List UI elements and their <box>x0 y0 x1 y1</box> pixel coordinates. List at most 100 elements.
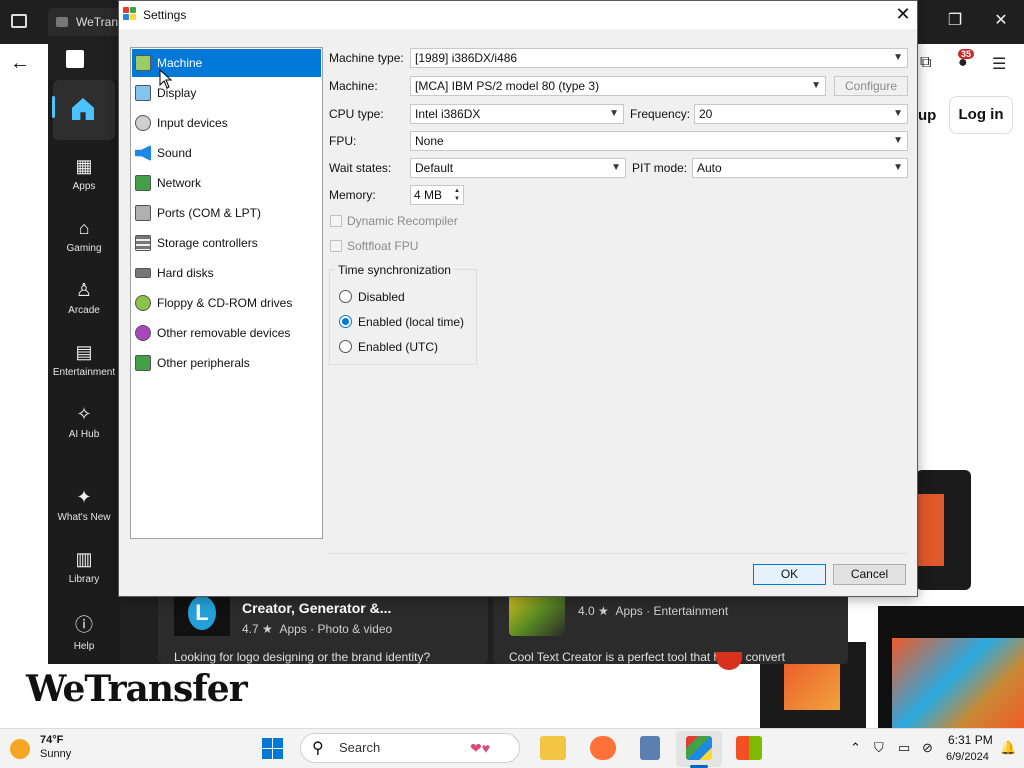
restore-window-icon[interactable]: ❐ <box>940 10 970 30</box>
sidebar-item-arcade[interactable]: ♙ Arcade <box>48 280 120 316</box>
speaker-icon <box>135 145 151 161</box>
ok-button[interactable]: OK <box>753 564 826 585</box>
fpu-select[interactable]: None ▼ <box>410 131 908 151</box>
fpu-label: FPU: <box>329 134 357 148</box>
back-arrow-icon[interactable]: ← <box>10 52 30 75</box>
search-label: Search <box>339 740 381 755</box>
86box-icon <box>123 7 137 21</box>
memory-label: Memory: <box>329 188 376 202</box>
category-floppy-cdrom[interactable]: Floppy & CD-ROM drives <box>132 289 321 317</box>
86box-taskbar-icon[interactable] <box>686 736 712 760</box>
hard-disk-icon <box>135 268 151 278</box>
signup-button[interactable]: up <box>918 98 948 134</box>
promo-image <box>892 638 1024 728</box>
chevron-down-icon: ▼ <box>893 108 903 119</box>
display-icon <box>135 85 151 101</box>
sidebar-item-library[interactable]: ▥ Library <box>48 549 120 585</box>
cpu-type-select[interactable]: Intel i386DX ▼ <box>410 104 624 124</box>
chevron-down-icon: ▼ <box>893 162 903 173</box>
close-window-icon[interactable]: ✕ <box>986 10 1016 30</box>
library-icon: ▥ <box>75 549 93 569</box>
softfloat-fpu-checkbox[interactable] <box>330 240 342 252</box>
footer-divider <box>329 553 907 554</box>
machine-type-select[interactable]: [1989] i386DX/i486 ▼ <box>410 48 908 68</box>
sun-icon[interactable] <box>10 739 30 759</box>
dialog-title: Settings <box>143 8 187 22</box>
dynamic-recompiler-label: Dynamic Recompiler <box>347 214 458 228</box>
browser-tab-title: WeTran <box>76 15 119 29</box>
wetransfer-logo: WeTransfer <box>26 668 248 710</box>
sidebar-item-gaming[interactable]: ⌂ Gaming <box>48 218 120 254</box>
configure-button[interactable]: Configure <box>834 76 908 96</box>
dynamic-recompiler-checkbox[interactable] <box>330 215 342 227</box>
softfloat-fpu-label: Softfloat FPU <box>347 239 419 253</box>
machine-type-label: Machine type: <box>329 51 404 65</box>
chevron-up-icon[interactable]: ⌃ <box>850 740 861 756</box>
category-storage-controllers[interactable]: Storage controllers <box>132 229 321 257</box>
weather-condition[interactable]: Sunny <box>40 748 71 760</box>
spin-arrows-icon[interactable]: ▲ ▼ <box>452 187 462 203</box>
chevron-down-icon: ▼ <box>611 162 621 173</box>
microsoft-store-icon[interactable] <box>736 736 762 760</box>
storage-icon <box>135 235 151 251</box>
tab-actions-icon[interactable] <box>11 14 27 28</box>
time-sync-utc-radio[interactable] <box>339 340 352 353</box>
login-button[interactable]: Log in <box>949 96 1013 134</box>
category-ports[interactable]: Ports (COM & LPT) <box>132 199 321 227</box>
time-sync-disabled-radio[interactable] <box>339 290 352 303</box>
tab-favicon-icon <box>56 17 68 27</box>
sidebar-item-help[interactable]: ⓘ Help <box>48 611 120 652</box>
category-other-peripherals[interactable]: Other peripherals <box>132 349 321 377</box>
time-sync-local-label: Enabled (local time) <box>358 315 465 329</box>
category-sound[interactable]: Sound <box>132 139 321 167</box>
clock-date[interactable]: 6/9/2024 <box>946 751 989 763</box>
removable-icon <box>135 325 151 341</box>
clock-time[interactable]: 6:31 PM <box>948 733 993 747</box>
app-card-title: Creator, Generator &... <box>242 600 392 616</box>
wait-states-select[interactable]: Default ▼ <box>410 158 626 178</box>
app-card-description: Looking for logo designing or the brand … <box>174 650 431 664</box>
time-sync-local-radio[interactable] <box>339 315 352 328</box>
dialog-titlebar[interactable]: Settings ✕ <box>119 1 917 29</box>
file-explorer-icon[interactable] <box>540 736 566 760</box>
network-off-icon[interactable]: ⊘ <box>922 740 933 756</box>
close-icon[interactable]: ✕ <box>891 3 915 27</box>
notification-bell-icon[interactable]: 🔔 <box>1000 740 1016 756</box>
help-icon: ⓘ <box>75 615 93 635</box>
category-list[interactable]: Machine Display Input devices Sound Netw… <box>130 47 323 539</box>
extensions-icon[interactable]: ⧉ <box>920 54 931 72</box>
windows-start-icon[interactable] <box>262 738 283 759</box>
frequency-label: Frequency: <box>630 107 691 121</box>
network-icon <box>135 175 151 191</box>
memory-spinbox[interactable]: 4 MB ▲ ▼ <box>410 185 464 205</box>
weather-temperature[interactable]: 74°F <box>40 734 63 746</box>
display-icon[interactable]: ▭ <box>898 740 910 756</box>
gamepad-icon: ⌂ <box>78 218 90 238</box>
floppy-icon <box>135 295 151 311</box>
menu-icon[interactable]: ☰ <box>992 54 1006 74</box>
pit-mode-select[interactable]: Auto ▼ <box>692 158 908 178</box>
category-input-devices[interactable]: Input devices <box>132 109 321 137</box>
sidebar-item-apps[interactable]: ▦ Apps <box>48 156 120 192</box>
app-card-description: Cool Text Creator is a perfect tool that… <box>509 650 785 664</box>
machine-select[interactable]: [MCA] IBM PS/2 model 80 (type 3) ▼ <box>410 76 826 96</box>
security-icon[interactable]: ⛉ <box>874 740 884 756</box>
cancel-button[interactable]: Cancel <box>833 564 906 585</box>
time-sync-utc-label: Enabled (UTC) <box>358 340 439 354</box>
joystick-icon: ♙ <box>75 280 93 300</box>
chevron-down-icon: ▼ <box>609 108 619 119</box>
mouse-cursor-icon <box>159 69 173 89</box>
sidebar-item-entertainment[interactable]: ▤ Entertainment <box>48 342 120 378</box>
firefox-icon[interactable] <box>590 736 616 760</box>
notepad-icon[interactable] <box>640 736 660 760</box>
promo-image <box>916 494 944 566</box>
category-network[interactable]: Network <box>132 169 321 197</box>
sidebar-item-whats-new[interactable]: ✦ What's New <box>48 487 120 523</box>
ports-icon <box>135 205 151 221</box>
sidebar-item-ai-hub[interactable]: ✧ AI Hub <box>48 404 120 440</box>
chevron-down-icon: ▼ <box>811 80 821 91</box>
frequency-select[interactable]: 20 ▼ <box>694 104 908 124</box>
category-hard-disks[interactable]: Hard disks <box>132 259 321 287</box>
cpu-type-label: CPU type: <box>329 107 384 121</box>
category-other-removable[interactable]: Other removable devices <box>132 319 321 347</box>
